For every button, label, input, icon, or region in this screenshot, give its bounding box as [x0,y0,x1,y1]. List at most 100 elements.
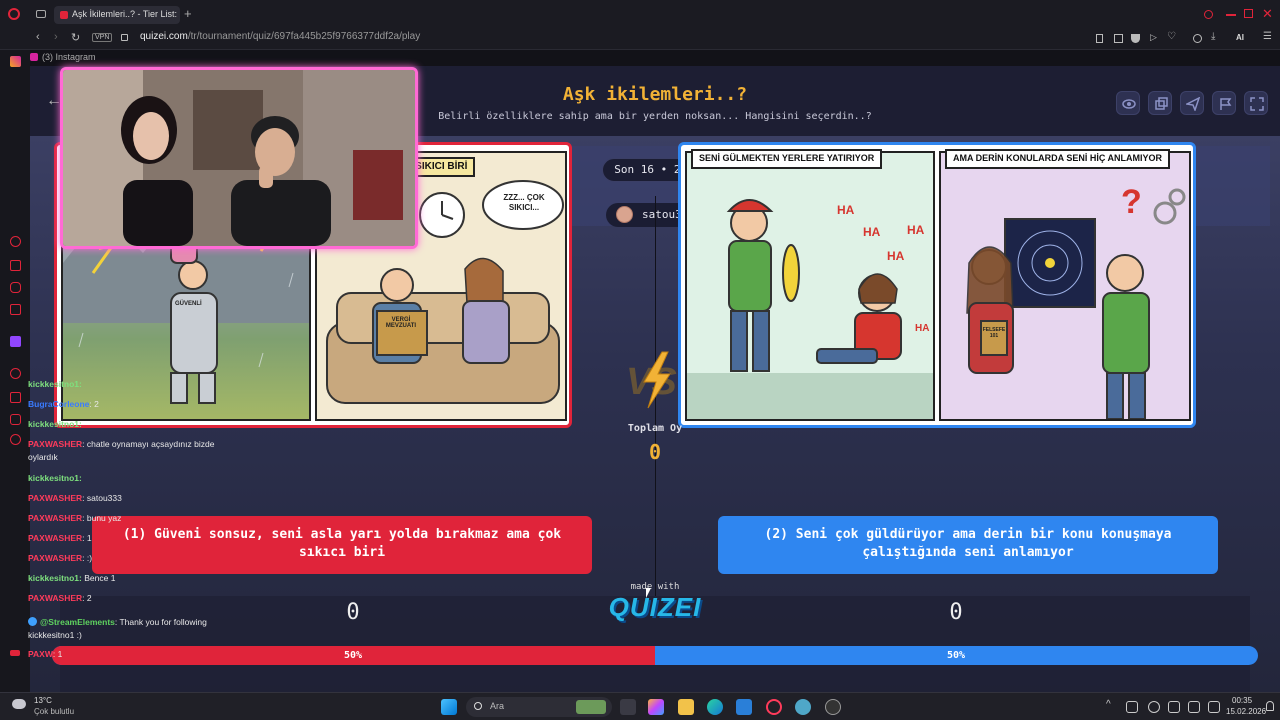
bookmark-instagram[interactable]: (3) Instagram [30,52,96,66]
menu-icon[interactable]: ☰ [1263,31,1272,42]
chat-username[interactable]: BugraCorleone [28,399,89,409]
forward-icon[interactable]: › [54,31,58,43]
ha-text-1: HA [837,203,855,217]
taskbar-search-placeholder: Ara [490,701,505,711]
view-button[interactable] [1116,91,1140,115]
sidebar-gx-icon[interactable] [10,650,20,656]
chat-message: kickkesitno1: [28,378,82,391]
heart-icon[interactable]: ♡ [1167,31,1176,42]
chat-text: : 1 [82,533,92,543]
browser-tab-active[interactable]: Aşk İkilemleri..? - Tier List: [54,6,180,24]
store-icon[interactable] [736,699,752,715]
report-button[interactable] [1212,91,1236,115]
sidebar-extensions-icon[interactable] [10,414,21,425]
send-icon [1186,97,1200,111]
edge-icon[interactable] [707,699,723,715]
chat-username[interactable]: PAXWASHER [28,593,82,603]
sidebar-history-icon[interactable] [10,236,21,247]
tray-network-icon[interactable] [1188,701,1200,713]
chat-username[interactable]: PAXWASHER [28,439,82,449]
left-vote-count: 0 [346,600,360,625]
windows-taskbar: 13°C Çok bulutlu Ara ^ 00:35 15.02.2026 [0,692,1280,720]
new-tab-button[interactable]: + [184,6,192,21]
weather-icon[interactable] [12,699,26,709]
chat-username[interactable]: PAXWASHER [28,553,82,563]
ai-button[interactable]: AI [1236,33,1244,42]
copy-button[interactable] [1148,91,1172,115]
obs-icon[interactable] [825,699,841,715]
opera-gx-icon[interactable] [766,699,782,715]
tray-cloud-icon[interactable] [1148,701,1160,713]
snapshot-icon[interactable] [1114,34,1123,43]
chat-message: kickkesitno1: [28,472,82,485]
sidebar-instagram-icon[interactable] [10,56,21,67]
right-option-button[interactable]: (2) Seni çok güldürüyor ama derin bir ko… [718,516,1218,574]
address-bar-row: ‹ › ↻ VPN quizei.com/tr/tournament/quiz/… [0,28,1280,50]
chat-username[interactable]: kickkesitno1: [28,573,82,583]
book-label: VERGİ MEVZUATI [385,317,417,329]
quizei-favicon-icon [60,11,68,19]
right-caption-right: AMA DERİN KONULARDA SENİ HİÇ ANLAMIYOR [945,149,1170,169]
play-icon[interactable]: ▷ [1150,32,1157,43]
clock-date[interactable]: 15.02.2026 [1226,707,1266,716]
tray-app-icon[interactable] [1126,701,1138,713]
chat-message: kickkesitno1: [28,418,82,431]
search-tabs-icon[interactable] [1204,10,1213,19]
chat-username[interactable]: PAXWASHER [28,533,82,543]
url-field[interactable]: quizei.com/tr/tournament/quiz/697fa445b2… [140,31,420,42]
start-icon[interactable] [441,699,457,715]
chat-username[interactable]: PAXWASHER [28,513,82,523]
sidebar-clock-icon[interactable] [10,368,21,379]
chat-username[interactable]: kickkesitno1: [28,379,82,389]
search-icon [474,702,482,710]
quizei-logo[interactable]: QUIZEI [605,592,705,623]
chat-text: : :) [82,553,93,563]
tab-overview-icon[interactable] [36,10,46,18]
download-icon[interactable]: ⤓ [1211,31,1215,42]
sidebar-discord-icon[interactable] [10,282,21,293]
chat-message: PAXWASHER: 2 [28,592,92,605]
vpn-badge[interactable]: VPN [92,33,113,42]
mouse-cursor-icon [646,588,651,598]
chat-username[interactable]: PAXW [28,649,53,659]
reload-icon[interactable]: ↻ [71,31,80,44]
taskbar-search[interactable]: Ara [466,697,612,717]
chat-username[interactable]: @StreamElements [40,617,115,627]
lock-icon [121,34,128,41]
sidebar-twitch-icon[interactable] [10,336,21,347]
close-window-button[interactable]: ✕ [1262,6,1273,22]
fullscreen-button[interactable] [1244,91,1268,115]
opera-logo-icon[interactable] [8,8,20,20]
chat-username[interactable]: PAXWASHER [28,493,82,503]
ha-text-3: HA [887,249,905,263]
tray-volume-icon[interactable] [1208,701,1220,713]
sidebar-downloads-icon[interactable] [10,392,21,403]
webcam-overlay [60,67,418,249]
tray-chevron-icon[interactable]: ^ [1106,699,1111,710]
sidebar-settings-icon[interactable] [10,434,21,445]
network-app-icon[interactable] [795,699,811,715]
taskview-icon[interactable] [620,699,636,715]
back-icon[interactable]: ‹ [36,31,40,43]
minimize-button[interactable] [1226,14,1236,16]
sidebar-news-icon[interactable] [10,304,21,315]
chat-text: : satou333 [82,493,122,503]
clock-time[interactable]: 00:35 [1232,696,1252,705]
chat-username[interactable]: kickkesitno1: [28,473,82,483]
right-option-card[interactable]: HA HA HA HA HA ? FELSEFE 101 SENİ GÜLMEK… [678,142,1196,428]
shield-icon[interactable] [1131,34,1140,43]
copilot-icon[interactable] [648,699,664,715]
notifications-icon[interactable] [1266,701,1274,711]
pin-icon[interactable] [1096,34,1103,43]
tray-speaker-icon[interactable] [1168,701,1180,713]
flag-icon [1220,98,1232,110]
sidebar-wallet-icon[interactable] [10,260,21,271]
file-explorer-icon[interactable] [678,699,694,715]
share-button[interactable] [1180,91,1204,115]
url-path: /tr/tournament/quiz/697fa445b25f9766377d… [187,31,421,42]
account-icon[interactable] [1193,34,1202,43]
svg-text:?: ? [1121,183,1142,221]
chat-username[interactable]: kickkesitno1: [28,419,82,429]
right-panel-confused: ? FELSEFE 101 [939,151,1191,421]
maximize-button[interactable] [1244,9,1253,18]
